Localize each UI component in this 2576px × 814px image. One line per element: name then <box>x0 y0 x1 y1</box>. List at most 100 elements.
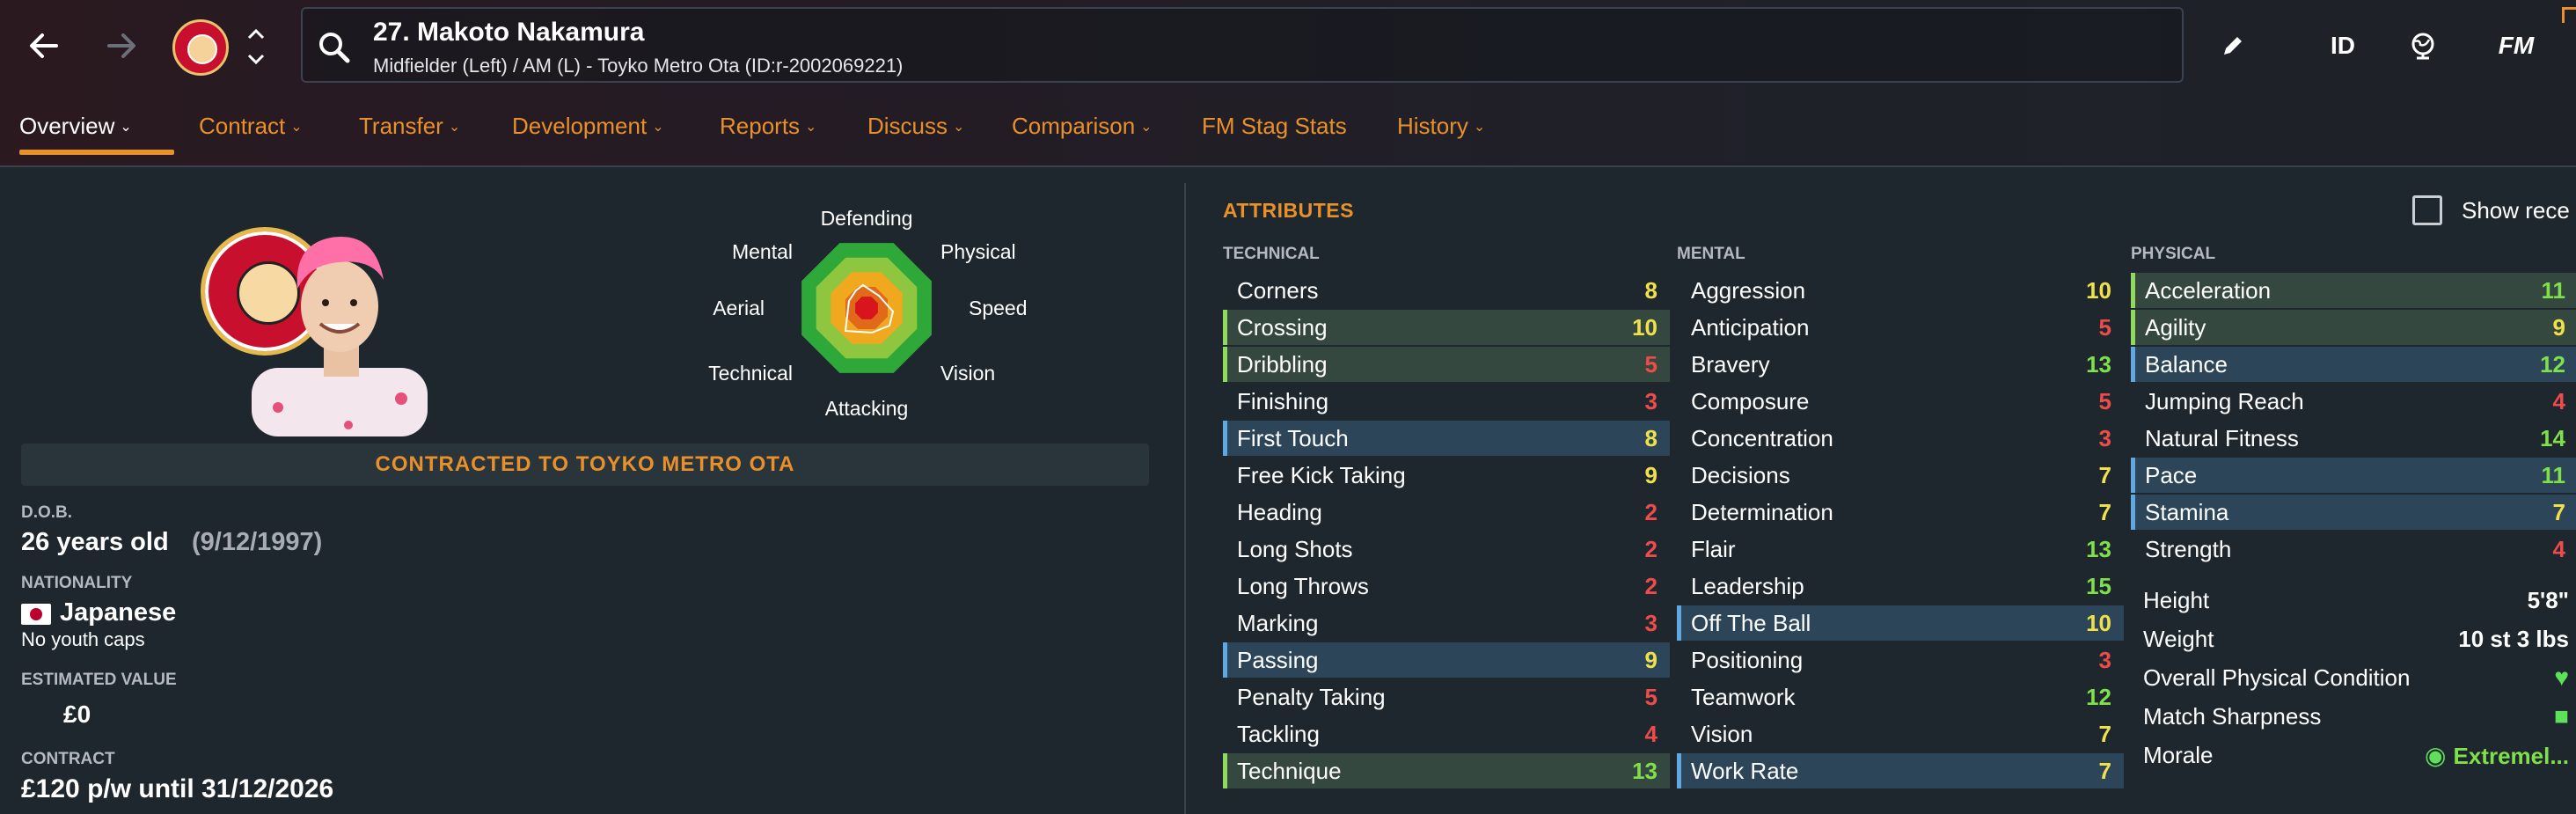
attribute-row[interactable]: Technique 13 <box>1223 753 1670 788</box>
club-badge[interactable] <box>172 19 229 76</box>
attribute-row[interactable]: Determination 7 <box>1677 495 2124 530</box>
attribute-row[interactable]: Vision 7 <box>1677 716 2124 752</box>
attribute-row[interactable]: Crossing 10 <box>1223 310 1670 345</box>
attribute-row[interactable]: Anticipation 5 <box>1677 310 2124 345</box>
radar-player-core <box>855 297 878 319</box>
attribute-name: Free Kick Taking <box>1237 461 1406 488</box>
contract-summary[interactable]: £120 p/w until 31/12/2026 <box>21 774 333 804</box>
attributes-title: ATTRIBUTES <box>1223 199 1354 222</box>
attribute-row[interactable]: Jumping Reach 4 <box>2131 384 2576 419</box>
attribute-row[interactable]: Aggression 10 <box>1677 273 2124 308</box>
attribute-name: Determination <box>1691 498 1833 525</box>
mental-column-title: MENTAL <box>1677 245 1745 263</box>
attribute-row[interactable]: Balance 12 <box>2131 347 2576 382</box>
back-arrow-icon[interactable] <box>16 18 72 74</box>
tab-comparison[interactable]: Comparison ⌄ <box>1012 113 1153 151</box>
attribute-row[interactable]: Positioning 3 <box>1677 642 2124 678</box>
attribute-row[interactable]: Flair 13 <box>1677 532 2124 567</box>
fm-button[interactable]: FM <box>2488 25 2544 67</box>
attribute-row[interactable]: Work Rate 7 <box>1677 753 2124 788</box>
attribute-row[interactable]: Stamina 7 <box>2131 495 2576 530</box>
attribute-row[interactable]: Penalty Taking 5 <box>1223 679 1670 715</box>
attribute-row[interactable]: First Touch 8 <box>1223 421 1670 456</box>
attribute-name: Finishing <box>1237 387 1329 414</box>
physical-info-value: 5'8" <box>2528 587 2569 614</box>
attribute-row[interactable]: Free Kick Taking 9 <box>1223 458 1670 493</box>
attribute-row[interactable]: Pace 11 <box>2131 458 2576 493</box>
attribute-name: Crossing <box>1237 313 1328 341</box>
attribute-row[interactable]: Natural Fitness 14 <box>2131 421 2576 456</box>
tab-history[interactable]: History ⌄ <box>1397 113 1485 151</box>
tab-overview[interactable]: Overview ⌄ <box>19 113 132 151</box>
radar-label-vision: Vision <box>940 362 995 385</box>
tab-development[interactable]: Development ⌄ <box>512 113 664 151</box>
tab-label: Discuss <box>867 113 948 139</box>
attribute-row[interactable]: Strength 4 <box>2131 532 2576 567</box>
pencil-icon[interactable] <box>2214 25 2252 67</box>
id-button[interactable]: ID <box>2319 25 2367 67</box>
attribute-row[interactable]: Off The Ball 10 <box>1677 605 2124 641</box>
search-icon[interactable] <box>315 28 354 67</box>
attribute-name: Jumping Reach <box>2145 387 2304 414</box>
physical-info-value: ■ <box>2554 702 2569 730</box>
attribute-row[interactable]: Teamwork 12 <box>1677 679 2124 715</box>
show-recent-label[interactable]: Show rece <box>2462 197 2570 224</box>
attribute-value: 13 <box>1632 757 1658 784</box>
chevron-down-icon: ⌄ <box>805 120 817 135</box>
attribute-value: 9 <box>1644 461 1658 488</box>
tab-label: FM Stag Stats <box>1202 113 1347 139</box>
physical-info-text: 10 st 3 lbs <box>2458 625 2569 652</box>
attribute-row[interactable]: Agility 9 <box>2131 310 2576 345</box>
panel-divider <box>1184 183 1186 814</box>
attribute-value: 8 <box>1644 276 1658 304</box>
attribute-value: 7 <box>2098 757 2111 784</box>
chevron-down-icon[interactable] <box>243 48 269 70</box>
radar-label-technical: Technical <box>708 362 793 385</box>
attribute-row[interactable]: Concentration 3 <box>1677 421 2124 456</box>
physical-column-title: PHYSICAL <box>2131 245 2216 263</box>
forward-arrow-icon[interactable] <box>93 18 150 74</box>
player-header: 27. Makoto Nakamura Midfielder (Left) / … <box>0 0 2576 167</box>
attribute-name: Natural Fitness <box>2145 424 2299 451</box>
attribute-row[interactable]: Passing 9 <box>1223 642 1670 678</box>
attribute-name: Heading <box>1237 498 1322 525</box>
attribute-name: Anticipation <box>1691 313 1810 341</box>
dob-label: D.O.B. <box>21 503 73 522</box>
attribute-name: Pace <box>2145 461 2198 488</box>
attribute-row[interactable]: Leadership 15 <box>1677 568 2124 604</box>
attribute-row[interactable]: Bravery 13 <box>1677 347 2124 382</box>
attribute-value: 4 <box>2552 535 2565 562</box>
attribute-row[interactable]: Tackling 4 <box>1223 716 1670 752</box>
japan-flag-icon <box>21 604 51 625</box>
attribute-row[interactable]: Long Shots 2 <box>1223 532 1670 567</box>
heart-icon: ♥ <box>2554 664 2569 691</box>
attribute-row[interactable]: Heading 2 <box>1223 495 1670 530</box>
tab-transfer[interactable]: Transfer ⌄ <box>359 113 460 151</box>
globe-icon[interactable] <box>2402 25 2444 67</box>
tab-reports[interactable]: Reports ⌄ <box>720 113 816 151</box>
attribute-row[interactable]: Acceleration 11 <box>2131 273 2576 308</box>
attribute-row[interactable]: Decisions 7 <box>1677 458 2124 493</box>
attribute-value: 7 <box>2098 461 2111 488</box>
physical-info-row: Match Sharpness ■ <box>2129 699 2569 734</box>
attribute-row[interactable]: Long Throws 2 <box>1223 568 1670 604</box>
physical-info-text: 5'8" <box>2527 586 2569 613</box>
tab-discuss[interactable]: Discuss ⌄ <box>867 113 964 151</box>
player-search-box[interactable]: 27. Makoto Nakamura Midfielder (Left) / … <box>301 7 2184 83</box>
attribute-row[interactable]: Corners 8 <box>1223 273 1670 308</box>
chevron-up-icon[interactable] <box>243 23 269 46</box>
attribute-row[interactable]: Composure 5 <box>1677 384 2124 419</box>
attribute-value: 2 <box>1644 498 1658 525</box>
nationality-value[interactable]: Japanese <box>60 598 176 627</box>
corner-marker <box>2562 7 2576 23</box>
tab-label: History <box>1397 113 1468 139</box>
physical-info-row: Overall Physical Condition ♥ <box>2129 660 2569 695</box>
tab-fm-stag-stats[interactable]: FM Stag Stats <box>1202 113 1347 151</box>
attribute-row[interactable]: Marking 3 <box>1223 605 1670 641</box>
attribute-value: 4 <box>1644 720 1658 747</box>
attribute-value: 5 <box>2098 387 2111 414</box>
attribute-row[interactable]: Finishing 3 <box>1223 384 1670 419</box>
tab-contract[interactable]: Contract ⌄ <box>199 113 303 151</box>
attribute-row[interactable]: Dribbling 5 <box>1223 347 1670 382</box>
show-recent-checkbox[interactable] <box>2412 195 2442 225</box>
